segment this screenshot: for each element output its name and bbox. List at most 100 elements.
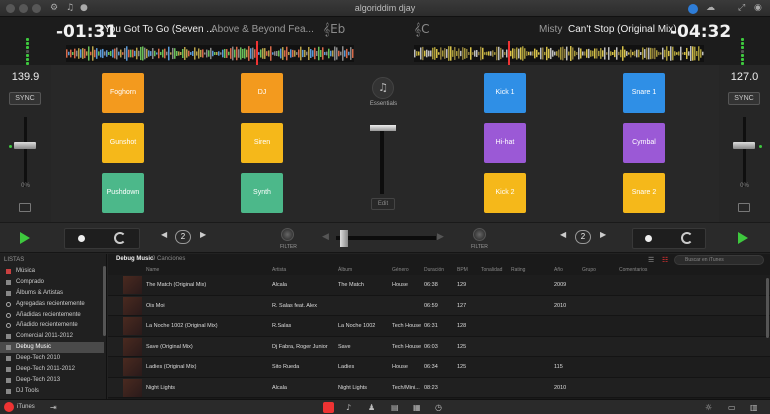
column-header[interactable]: BPM [457, 267, 468, 273]
column-header[interactable]: Tonalidad [481, 267, 502, 273]
sidebar-item[interactable]: Añadidas recientemente [0, 310, 104, 321]
table-row[interactable]: Save (Original Mix) Dj Fabra, Roger Junio… [108, 336, 770, 357]
crossfader-left-arrow-icon[interactable]: ◀ [322, 232, 329, 242]
right-deck-pitch-slider[interactable] [743, 117, 746, 187]
column-header[interactable]: Rating [511, 267, 525, 273]
sidebar-item[interactable]: Agregadas recientemente [0, 299, 104, 310]
column-header[interactable]: Artista [272, 267, 286, 273]
sidebar-item[interactable]: Deep-Tech 2010 [0, 353, 104, 364]
waveform-view-icon[interactable]: ☷ [662, 256, 668, 264]
pad-right-6[interactable]: Snare 2 [623, 173, 665, 213]
column-header[interactable]: Género [392, 267, 409, 273]
right-deck-play-button[interactable] [738, 232, 748, 244]
split-view-icon[interactable]: ▥ [750, 403, 758, 412]
pad-left-1[interactable]: Foghorn [102, 73, 144, 113]
right-beats-decrease-icon[interactable]: ◀ [560, 230, 566, 239]
waveform-bar [318, 46, 320, 61]
right-beats-increase-icon[interactable]: ▶ [600, 230, 606, 239]
column-header[interactable]: Año [554, 267, 563, 273]
library-scrollbar[interactable] [766, 278, 769, 338]
right-deck-keylock-icon[interactable] [738, 203, 750, 212]
column-header[interactable]: Duración [424, 267, 444, 273]
pad-left-3[interactable]: Gunshot [102, 123, 144, 163]
crossfader-handle[interactable] [339, 230, 348, 247]
left-beats-increase-icon[interactable]: ▶ [200, 230, 206, 239]
history-tab-icon[interactable]: ◷ [435, 403, 442, 412]
expand-library-icon[interactable]: ⇥ [50, 403, 57, 412]
pad-right-1[interactable]: Kick 1 [484, 73, 526, 113]
library-search-input[interactable]: Buscar en iTunes [674, 255, 764, 265]
sidebar-item[interactable]: Comprado [0, 277, 104, 288]
left-deck-waveform[interactable] [66, 45, 354, 62]
right-filter-knob[interactable] [473, 228, 486, 241]
left-deck-sync-button[interactable]: SYNC [9, 92, 41, 105]
right-deck-waveform[interactable] [414, 45, 704, 62]
left-deck-keylock-icon[interactable] [19, 203, 31, 212]
playlist-tab-icon[interactable]: ▤ [391, 403, 399, 412]
record-icon[interactable]: ◉ [754, 3, 762, 13]
pad-right-3[interactable]: Hi-hat [484, 123, 526, 163]
pad-left-6[interactable]: Synth [241, 173, 283, 213]
right-deck-sync-button[interactable]: SYNC [728, 92, 760, 105]
crossfader-right-arrow-icon[interactable]: ▶ [437, 232, 444, 242]
left-deck-loop-button[interactable] [114, 232, 126, 244]
sidebar-item[interactable]: Música [0, 266, 104, 277]
essentials-music-icon[interactable]: ♫ [372, 77, 394, 99]
pad-left-5[interactable]: Pushdown [102, 173, 144, 213]
left-deck-pitch-handle[interactable] [14, 142, 36, 149]
pad-right-2[interactable]: Snare 1 [623, 73, 665, 113]
table-row[interactable]: Ois Moi R. Salas feat. Alex 06:59 127 2010 [108, 295, 770, 316]
library-source-selector[interactable]: iTunes [17, 404, 35, 410]
crossfader-track[interactable] [336, 236, 436, 240]
sidebar-item[interactable]: Deep-Tech 2013 [0, 375, 104, 386]
right-deck-loop-button[interactable] [681, 232, 693, 244]
sidebar-item[interactable]: Comercial 2011-2012 [0, 331, 104, 342]
table-row[interactable]: Ladies (Original Mix) Sito Rueda Ladies Hou… [108, 357, 770, 378]
column-header[interactable]: Comentarios [619, 267, 647, 273]
music-note-tab-icon[interactable]: ♪ [346, 403, 351, 412]
fullscreen-icon[interactable]: ⤢ [738, 3, 745, 13]
cloud-icon[interactable]: ☁ [706, 3, 715, 13]
music-library-tab-icon[interactable] [323, 402, 334, 413]
waveform-bar [694, 46, 696, 61]
column-header[interactable]: Grupo [582, 267, 596, 273]
automix-tab-icon[interactable]: ▦ [413, 403, 421, 412]
left-filter-knob[interactable] [281, 228, 294, 241]
pad-left-4[interactable]: Siren [241, 123, 283, 163]
left-deck-key[interactable]: 𝄞Eb [323, 22, 345, 37]
pad-right-4[interactable]: Cymbal [623, 123, 665, 163]
pad-left-2[interactable]: DJ [241, 73, 283, 113]
sidebar-item[interactable]: Debug Music [0, 342, 104, 354]
left-deck-pitch-slider[interactable] [24, 117, 27, 187]
itunes-icon[interactable] [4, 402, 14, 412]
cell-duration: 08:23 [424, 384, 438, 391]
left-beats-decrease-icon[interactable]: ◀ [161, 230, 167, 239]
sidebar-scrollbar[interactable] [103, 266, 106, 336]
brightness-icon[interactable]: ☼ [705, 403, 712, 412]
sidebar-item[interactable]: Añadido recientemente [0, 320, 104, 331]
right-deck-key[interactable]: 𝄞C [414, 22, 429, 37]
table-row[interactable]: La Noche 1002 (Original Mix) R.Salas La No… [108, 316, 770, 337]
column-header[interactable]: Name [146, 267, 159, 273]
edit-button[interactable]: Edit [371, 198, 395, 210]
left-deck-play-button[interactable] [20, 232, 30, 244]
sidebar-item[interactable]: DJ Tools [0, 386, 104, 397]
list-view-icon[interactable]: ☰ [648, 256, 654, 264]
right-deck-pitch-handle[interactable] [733, 142, 755, 149]
sidebar-item[interactable]: Deep-Tech 2011-2012 [0, 364, 104, 375]
layout-icon[interactable]: ▭ [728, 403, 736, 412]
waveform-bar [164, 48, 166, 59]
library-song-count[interactable]: 9 Canciones [152, 256, 185, 262]
right-deck-cue-button[interactable] [645, 235, 652, 242]
table-row[interactable]: The Match (Original Mix) Alcala The Match H… [108, 275, 770, 296]
left-deck-cue-button[interactable] [78, 235, 85, 242]
account-icon[interactable] [688, 4, 698, 14]
column-header[interactable]: Álbum [338, 267, 352, 273]
volume-fader-track[interactable] [380, 130, 384, 194]
waveform-bar [68, 51, 70, 56]
table-row[interactable]: Night Lights Alcala Night Lights Tech/Mini.… [108, 377, 770, 398]
volume-fader-handle[interactable] [370, 125, 396, 131]
sidebar-item[interactable]: Álbums & Artistas [0, 288, 104, 299]
pad-right-5[interactable]: Kick 2 [484, 173, 526, 213]
user-tab-icon[interactable]: ♟ [368, 403, 375, 412]
